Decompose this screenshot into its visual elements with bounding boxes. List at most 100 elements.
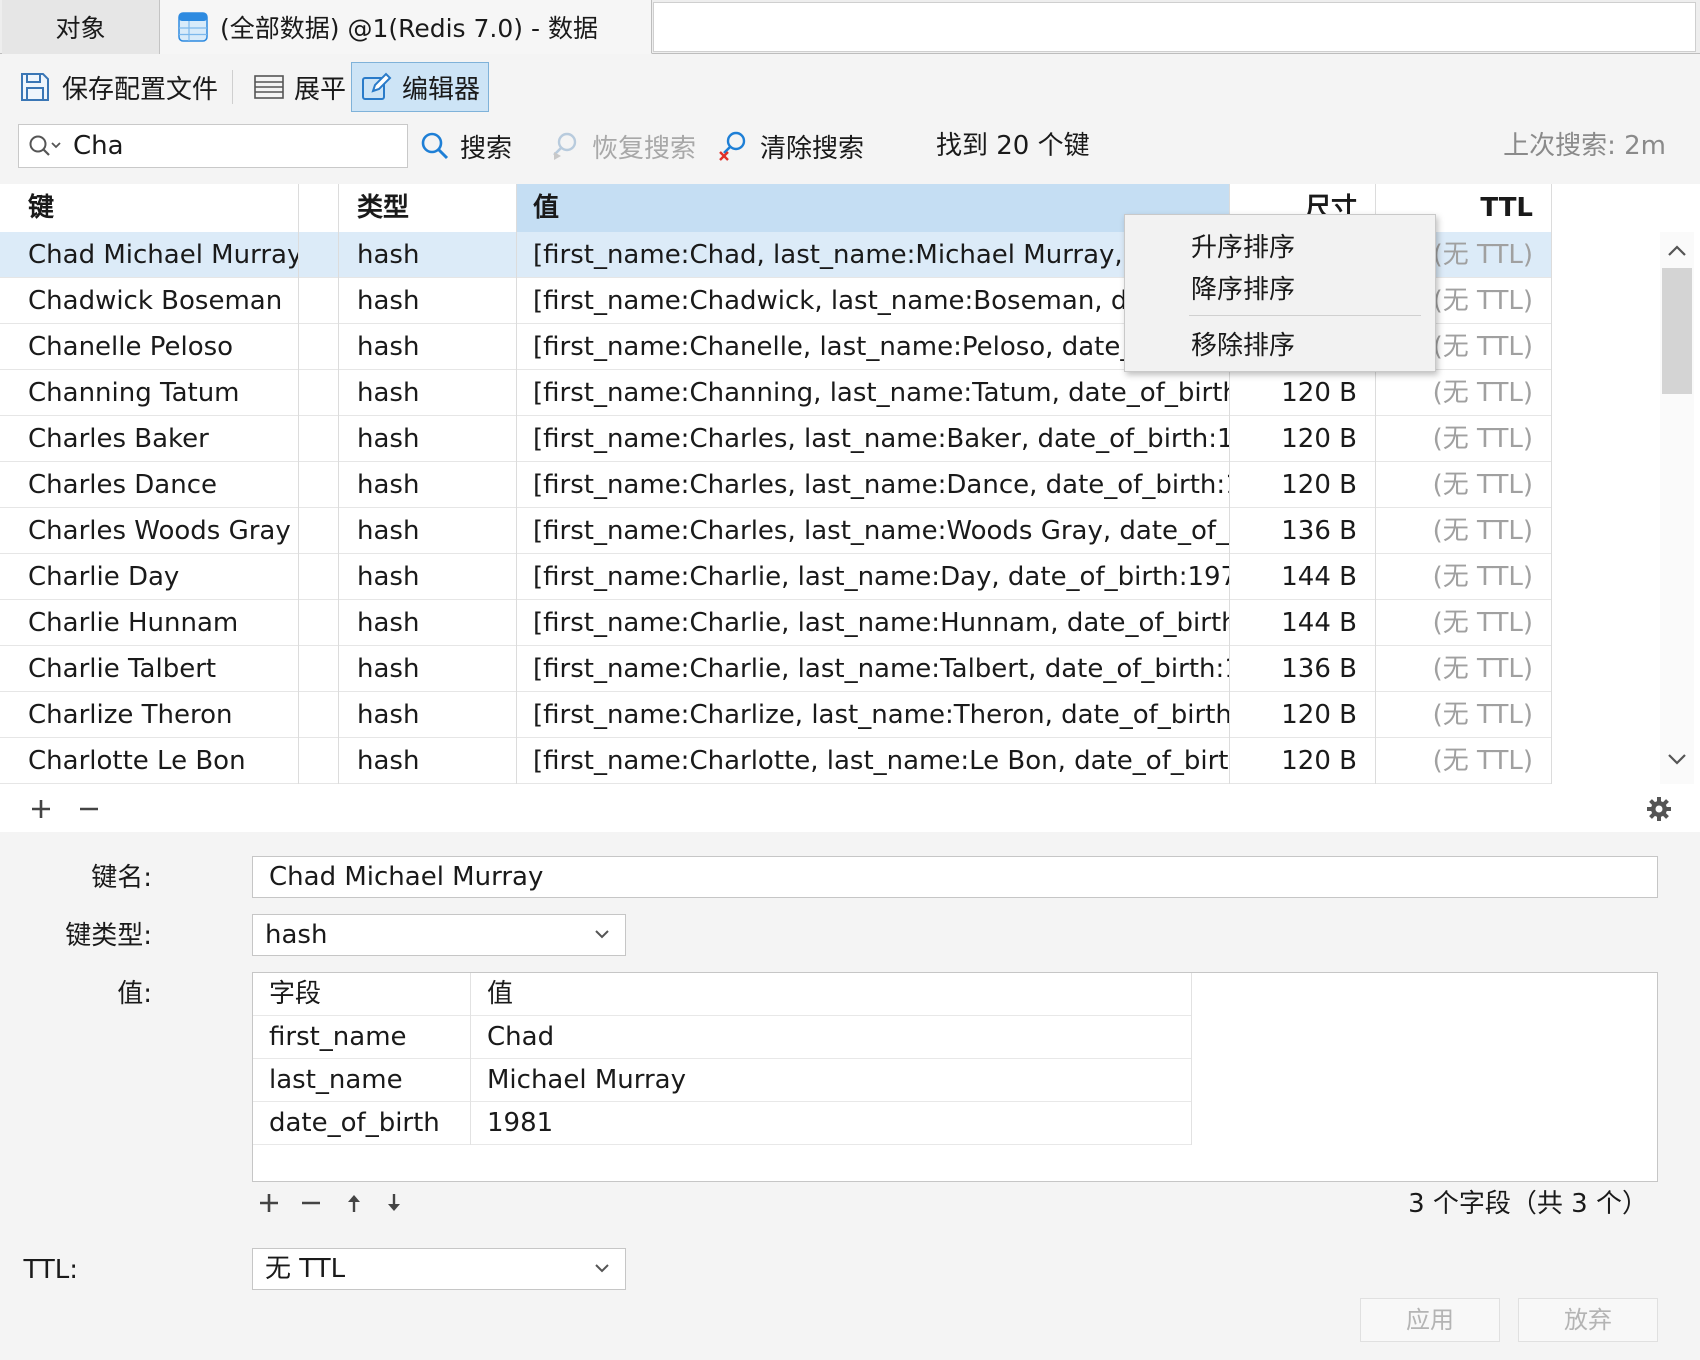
key-name-field[interactable]: Chad Michael Murray (252, 856, 1658, 898)
remove-key-icon[interactable] (78, 798, 100, 820)
save-profile-button[interactable]: 保存配置文件 (10, 62, 226, 112)
cell-size: 120 B (1230, 692, 1376, 738)
table-row[interactable]: Charlie Hunnam hash [first_name:Charlie, l… (0, 600, 1552, 646)
key-type-label: 键类型: (65, 921, 152, 951)
key-type-select[interactable]: hash (252, 914, 626, 956)
discard-button[interactable]: 放弃 (1518, 1298, 1658, 1342)
key-editor-panel: 键名: Chad Michael Murray 键类型: hash 值: 字段 … (0, 832, 1700, 1360)
cell-size: 120 B (1230, 416, 1376, 462)
editor-button[interactable]: 编辑器 (351, 62, 490, 112)
cell-ttl: (无 TTL) (1376, 554, 1552, 600)
cell-type: hash (339, 324, 517, 370)
tab-objects-label: 对象 (55, 14, 106, 43)
cell-value: [first_name:Charlotte, last_name:Le Bon,… (517, 738, 1230, 784)
key-name-label: 键名: (91, 863, 152, 893)
cell-spacer (299, 370, 339, 416)
scroll-down-icon[interactable] (1666, 752, 1688, 766)
move-down-icon[interactable] (384, 1192, 404, 1214)
tab-bar: 对象 (全部数据) @1(Redis 7.0) - 数据 (0, 0, 1700, 54)
hash-field-value[interactable]: Chad (471, 1016, 1191, 1059)
cell-value: [first_name:Charles, last_name:Woods Gra… (517, 508, 1230, 554)
tab-data[interactable]: (全部数据) @1(Redis 7.0) - 数据 (160, 0, 652, 54)
scrollbar-thumb[interactable] (1662, 268, 1692, 394)
table-row[interactable]: Charlie Talbert hash [first_name:Charlie, … (0, 646, 1552, 692)
cell-key: Charles Dance (0, 462, 299, 508)
table-row[interactable]: Charles Dance hash [first_name:Charles, la… (0, 462, 1552, 508)
cell-size: 120 B (1230, 738, 1376, 784)
add-key-icon[interactable] (30, 798, 52, 820)
grid-footer (0, 784, 1700, 832)
save-profile-label: 保存配置文件 (62, 74, 219, 105)
tab-objects[interactable]: 对象 (2, 0, 160, 54)
hash-field-name[interactable]: first_name (253, 1016, 471, 1059)
add-field-icon[interactable] (258, 1192, 280, 1214)
save-icon (18, 70, 52, 104)
table-row[interactable]: Channing Tatum hash [first_name:Channing, … (0, 370, 1552, 416)
hash-field-value[interactable]: Michael Murray (471, 1059, 1191, 1102)
tab-strip-empty (653, 2, 1696, 52)
cell-key: Charlize Theron (0, 692, 299, 738)
menu-separator (1189, 315, 1421, 316)
cell-key: Chanelle Peloso (0, 324, 299, 370)
cell-type: hash (339, 232, 517, 278)
chevron-down-icon (593, 1259, 611, 1277)
table-row[interactable]: Charles Woods Gray hash [first_name:Charle… (0, 508, 1552, 554)
hash-field-row[interactable]: date_of_birth 1981 (253, 1102, 1191, 1145)
restore-search-button[interactable]: 恢复搜索 (550, 124, 696, 168)
toolbar: 保存配置文件 展平 编辑器 (0, 54, 1700, 118)
search-options-icon[interactable] (27, 133, 63, 159)
cell-key: Chad Michael Murray (0, 232, 299, 278)
search-field[interactable] (18, 124, 408, 168)
clear-search-button[interactable]: 清除搜索 (718, 124, 864, 168)
scroll-up-icon[interactable] (1666, 244, 1688, 258)
flatten-button[interactable]: 展平 (246, 62, 354, 112)
table-row[interactable]: Charlize Theron hash [first_name:Charlize,… (0, 692, 1552, 738)
chevron-down-icon (593, 925, 611, 943)
cell-spacer (299, 554, 339, 600)
table-icon (178, 11, 208, 42)
hash-table-header: 字段 值 (253, 973, 1191, 1016)
menu-item-sort-ascending[interactable]: 升序排序 (1125, 227, 1435, 269)
hash-field-row[interactable]: last_name Michael Murray (253, 1059, 1191, 1102)
clear-search-label: 清除搜索 (760, 133, 865, 164)
move-up-icon[interactable] (344, 1192, 364, 1214)
search-button[interactable]: 搜索 (420, 124, 512, 168)
search-bar: 搜索 恢复搜索 清除搜索 找到 20 个键 上次搜索: 2m (0, 118, 1700, 184)
column-header-key[interactable]: 键 (0, 184, 299, 232)
column-header-type[interactable]: 类型 (339, 184, 517, 232)
cell-ttl: (无 TTL) (1376, 462, 1552, 508)
hash-field-name[interactable]: date_of_birth (253, 1102, 471, 1145)
search-icon (420, 131, 450, 161)
ttl-select[interactable]: 无 TTL (252, 1248, 626, 1290)
gear-icon[interactable] (1646, 796, 1672, 822)
search-input[interactable] (71, 130, 375, 162)
cell-size: 136 B (1230, 508, 1376, 554)
ttl-label: TTL: (23, 1255, 78, 1285)
cell-type: hash (339, 278, 517, 324)
field-count: 3 个字段（共 3 个） (1408, 1189, 1648, 1219)
cell-spacer (299, 462, 339, 508)
cell-key: Charlie Day (0, 554, 299, 600)
remove-field-icon[interactable] (300, 1192, 322, 1214)
table-row[interactable]: Charles Baker hash [first_name:Charles, la… (0, 416, 1552, 462)
cell-spacer (299, 646, 339, 692)
hash-header-field[interactable]: 字段 (253, 973, 471, 1016)
hash-field-name[interactable]: last_name (253, 1059, 471, 1102)
cell-value: [first_name:Charles, last_name:Baker, da… (517, 416, 1230, 462)
apply-button[interactable]: 应用 (1360, 1298, 1500, 1342)
cell-type: hash (339, 646, 517, 692)
hash-field-row[interactable]: first_name Chad (253, 1016, 1191, 1059)
hash-header-value[interactable]: 值 (471, 973, 1191, 1016)
key-type-value: hash (265, 920, 328, 950)
table-row[interactable]: Charlotte Le Bon hash [first_name:Charlott… (0, 738, 1552, 784)
cell-value: [first_name:Channing, last_name:Tatum, d… (517, 370, 1230, 416)
menu-item-remove-sort[interactable]: 移除排序 (1125, 325, 1435, 367)
menu-item-sort-descending[interactable]: 降序排序 (1125, 269, 1435, 311)
hash-table-edge (1191, 973, 1192, 1145)
key-grid: 键 类型 值 尺寸 TTL Chad Michael Murray hash [fi… (0, 184, 1700, 784)
cell-key: Charles Baker (0, 416, 299, 462)
cell-spacer (299, 692, 339, 738)
table-row[interactable]: Charlie Day hash [first_name:Charlie, last… (0, 554, 1552, 600)
hash-field-value[interactable]: 1981 (471, 1102, 1191, 1145)
cell-value: [first_name:Charlie, last_name:Talbert, … (517, 646, 1230, 692)
